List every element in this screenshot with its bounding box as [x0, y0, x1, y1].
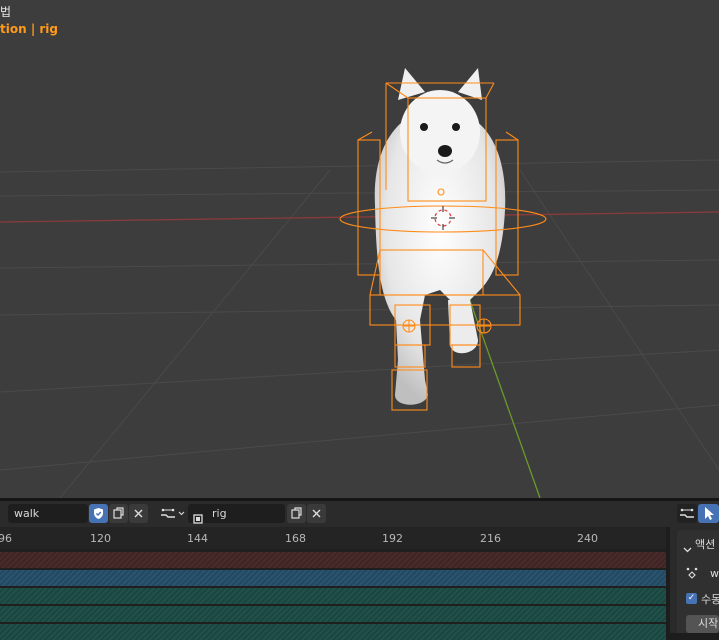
action-properties-panel: 액션 w ✓ 수동 시작: [677, 530, 719, 633]
action-editor-header: walk rig: [0, 501, 719, 527]
action-slot-icon[interactable]: [158, 504, 186, 523]
viewport-mode-title: 법: [0, 5, 12, 19]
duplicate-icon[interactable]: [109, 504, 128, 523]
action-keyframe-icon: [685, 565, 699, 579]
select-tool-cursor-icon[interactable]: [698, 504, 719, 523]
chevron-down-icon[interactable]: [683, 539, 692, 553]
action-name-label[interactable]: w: [710, 567, 719, 580]
manual-range-label: 수동: [701, 593, 719, 606]
unlink-close-icon[interactable]: [129, 504, 148, 523]
channel-row[interactable]: [0, 570, 666, 586]
dopesheet-channels[interactable]: [0, 549, 666, 640]
unlink-slot-close-icon[interactable]: [307, 504, 326, 523]
ruler-tick: 192: [382, 532, 403, 545]
ruler-tick: 120: [90, 532, 111, 545]
ruler-tick: 96: [0, 532, 12, 545]
manual-frame-range-checkbox[interactable]: ✓: [686, 593, 697, 604]
viewport-object-label: tion | rig: [0, 22, 58, 36]
panel-header-label[interactable]: 액션: [695, 536, 715, 552]
channel-row[interactable]: [0, 588, 666, 604]
x-axis-line: [0, 211, 719, 223]
3d-viewport[interactable]: 법 tion | rig: [0, 0, 719, 498]
sidebar-panel: 액션 w ✓ 수동 시작: [670, 527, 719, 633]
channel-row[interactable]: [0, 552, 666, 568]
editor-type-icon[interactable]: [677, 504, 697, 523]
channel-row[interactable]: [0, 606, 666, 622]
start-frame-field[interactable]: 시작: [686, 615, 719, 633]
fake-user-shield-icon[interactable]: [89, 504, 108, 523]
duplicate-slot-icon[interactable]: [287, 504, 306, 523]
ruler-tick: 216: [480, 532, 501, 545]
ruler-tick: 144: [187, 532, 208, 545]
channel-row[interactable]: [0, 624, 666, 640]
action-name-field[interactable]: walk: [8, 504, 88, 523]
frame-ruler[interactable]: 96 120 144 168 192 216 240: [0, 527, 666, 549]
viewport-scene: [0, 68, 719, 498]
ruler-tick: 168: [285, 532, 306, 545]
slot-frame-icon: [193, 509, 203, 524]
floor-grid: [0, 159, 719, 498]
ruler-tick: 240: [577, 532, 598, 545]
